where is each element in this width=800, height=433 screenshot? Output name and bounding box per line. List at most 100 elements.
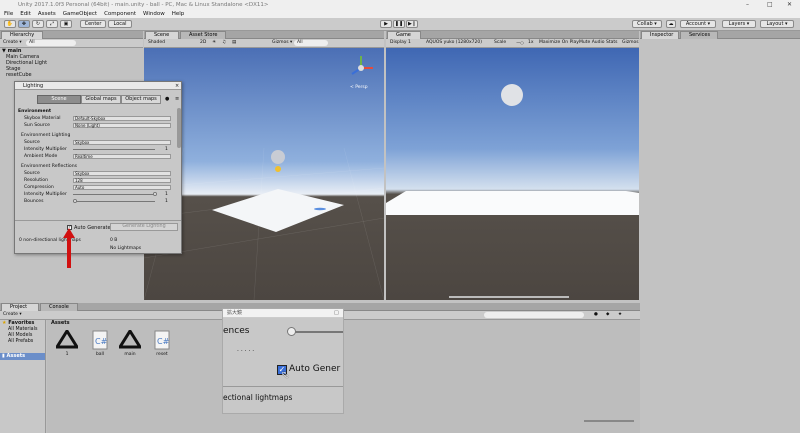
menu-file[interactable]: File xyxy=(4,11,13,17)
maximize-icon[interactable]: □ xyxy=(767,0,773,10)
game-gizmos-toggle[interactable]: Gizmos xyxy=(622,40,639,46)
compression-dropdown[interactable]: Auto xyxy=(73,185,171,190)
inspector-tabbar: Inspector Services xyxy=(640,31,800,39)
layers-button[interactable]: Layers ▾ xyxy=(722,20,756,28)
menu-assets[interactable]: Assets xyxy=(38,11,56,17)
menu-help[interactable]: Help xyxy=(172,11,185,17)
scene-light-icon[interactable]: ☀ xyxy=(212,40,216,46)
menu-edit[interactable]: Edit xyxy=(20,11,31,17)
tab-inspector[interactable]: Inspector xyxy=(641,31,679,39)
intensity-row: Intensity Multiplier 1 xyxy=(15,146,175,153)
project-create-button[interactable]: Create ▾ xyxy=(3,312,22,318)
rotate-tool-icon[interactable]: ↻ xyxy=(32,20,44,28)
game-toolbar: Display 1 AQUOS yuko (1280x720) Scale —○… xyxy=(386,39,639,48)
shading-dropdown[interactable]: Shaded xyxy=(148,40,165,46)
hierarchy-search-input[interactable]: All xyxy=(26,40,76,46)
scale-slider[interactable]: —○ xyxy=(512,40,528,46)
scene-gizmos-dropdown[interactable]: Gizmos ▾ xyxy=(272,40,292,46)
minimize-icon[interactable]: – xyxy=(746,0,749,10)
mute-audio-toggle[interactable]: Mute Audio xyxy=(579,40,605,46)
scale-tool-icon[interactable]: ⤢ xyxy=(46,20,58,28)
filter-label-icon[interactable]: ◆ xyxy=(606,312,609,318)
unity-icon xyxy=(54,328,80,349)
asset-item[interactable]: 1 xyxy=(54,328,80,357)
stats-toggle[interactable]: Stats xyxy=(606,40,618,46)
intensity-slider[interactable] xyxy=(73,147,171,152)
move-tool-icon[interactable]: ✥ xyxy=(18,20,30,28)
asset-size-slider[interactable] xyxy=(584,420,634,422)
game-ball xyxy=(501,84,523,106)
tab-lighting-scene[interactable]: Scene xyxy=(37,95,81,104)
pivot-center-button[interactable]: Center xyxy=(80,20,106,28)
pause-icon[interactable]: ❚❚ xyxy=(393,20,405,28)
environment-section[interactable]: Environment xyxy=(15,108,175,115)
asset-item[interactable]: main xyxy=(117,328,143,357)
ambient-mode-row: Ambient Mode Realtime xyxy=(15,153,175,160)
menu-gameobject[interactable]: GameObject xyxy=(63,11,97,17)
reflection-intensity-slider[interactable] xyxy=(73,192,171,197)
intensity-value[interactable]: 1 xyxy=(165,146,168,153)
account-button[interactable]: Account ▾ xyxy=(680,20,716,28)
scale-value: 1x xyxy=(528,40,534,45)
favorites-heading[interactable]: ★ Favorites xyxy=(0,320,45,327)
tab-scene[interactable]: Scene xyxy=(145,31,179,39)
tab-game[interactable]: Game xyxy=(387,31,421,39)
display-dropdown[interactable]: Display 1 xyxy=(390,40,411,46)
asset-item[interactable]: C# reset xyxy=(150,330,174,357)
menu-component[interactable]: Component xyxy=(104,11,136,17)
lighting-menu-icon[interactable]: ≡ xyxy=(175,96,179,102)
2d-toggle[interactable]: 2D xyxy=(200,40,206,46)
hand-tool-icon[interactable]: ✋ xyxy=(4,20,16,28)
tab-asset-store[interactable]: Asset Store xyxy=(180,31,226,39)
bounces-value[interactable]: 1 xyxy=(165,198,168,205)
lighting-close-icon[interactable]: × xyxy=(175,82,179,90)
assets-folder[interactable]: ▮ Assets xyxy=(0,353,45,360)
layout-button[interactable]: Layout ▾ xyxy=(760,20,794,28)
generate-lighting-button[interactable]: Generate Lighting xyxy=(110,223,178,231)
resolution-dropdown[interactable]: 128 xyxy=(73,178,171,183)
aspect-dropdown[interactable]: AQUOS yuko (1280x720) xyxy=(426,40,482,46)
cloud-icon[interactable]: ☁ xyxy=(666,20,676,28)
bounces-slider[interactable] xyxy=(73,199,171,204)
inspector-panel xyxy=(640,39,800,300)
menu-window[interactable]: Window xyxy=(143,11,165,17)
pivot-local-button[interactable]: Local xyxy=(108,20,132,28)
hierarchy-item[interactable]: resetCube xyxy=(0,72,143,78)
filter-type-icon[interactable]: ● xyxy=(594,312,598,318)
collab-button[interactable]: Collab ▾ xyxy=(632,20,662,28)
game-viewport-graphics xyxy=(386,84,639,298)
lighting-help-icon[interactable]: ● xyxy=(165,96,169,102)
close-icon[interactable]: ✕ xyxy=(787,0,792,10)
ambient-mode-dropdown[interactable]: Realtime xyxy=(73,154,171,159)
magnifier-close-icon[interactable]: □ xyxy=(334,309,339,318)
reflection-intensity-value[interactable]: 1 xyxy=(165,191,168,198)
lighting-titlebar[interactable]: Lighting × xyxy=(15,82,181,90)
tab-services[interactable]: Services xyxy=(680,31,718,39)
tab-project[interactable]: Project xyxy=(1,303,39,311)
scene-search-input[interactable]: All xyxy=(294,40,328,46)
scene-light-gizmo xyxy=(275,166,281,172)
magnifier-titlebar[interactable]: 拡大鏡 □ xyxy=(223,309,343,318)
tab-object-maps[interactable]: Object maps xyxy=(121,95,161,104)
star-icon: ★ xyxy=(2,320,7,326)
tab-console[interactable]: Console xyxy=(40,303,78,311)
tab-global-maps[interactable]: Global maps xyxy=(81,95,121,104)
favorites-item[interactable]: All Prefabs xyxy=(0,339,45,345)
tab-hierarchy[interactable]: Hierarchy xyxy=(1,31,43,39)
source-dropdown[interactable]: Skybox xyxy=(73,140,171,145)
project-search-input[interactable] xyxy=(484,312,584,318)
sun-source-field[interactable]: None (Light) xyxy=(73,123,171,128)
reflection-source-dropdown[interactable]: Skybox xyxy=(73,171,171,176)
scene-audio-icon[interactable]: ♫ xyxy=(222,40,226,46)
hierarchy-create-button[interactable]: Create ▾ xyxy=(3,40,22,46)
maximize-on-play-toggle[interactable]: Maximize On Play xyxy=(539,40,579,46)
skybox-material-field[interactable]: Default-Skybox xyxy=(73,116,171,121)
asset-item[interactable]: C# ball xyxy=(88,330,112,357)
game-view[interactable] xyxy=(386,48,639,300)
play-icon[interactable]: ▶ xyxy=(380,20,392,28)
scene-effects-icon[interactable]: ▤ xyxy=(232,40,236,46)
step-icon[interactable]: ▶❙ xyxy=(406,20,418,28)
lighting-scrollbar[interactable] xyxy=(177,108,181,148)
rect-tool-icon[interactable]: ▣ xyxy=(60,20,72,28)
favorite-star-icon[interactable]: ★ xyxy=(618,312,622,318)
